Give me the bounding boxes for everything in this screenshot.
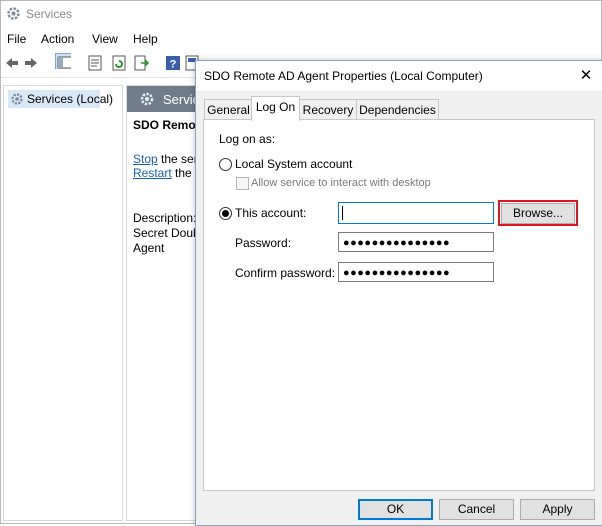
local-system-radio[interactable] [219, 158, 232, 171]
menu-file[interactable]: File [7, 32, 26, 46]
export-list-icon[interactable] [134, 55, 150, 71]
services-header: Services [127, 86, 213, 112]
tab-general[interactable]: General [204, 99, 253, 120]
gear-icon [140, 92, 154, 106]
tab-recovery[interactable]: Recovery [298, 99, 358, 120]
tab-dependencies[interactable]: Dependencies [356, 99, 439, 120]
services-detail-pane: Services SDO Remote AD Agent Stop the se… [126, 85, 263, 521]
description-text-2: Agent [133, 241, 165, 255]
console-tree: Services (Local) [3, 85, 123, 521]
dialog-title: SDO Remote AD Agent Properties (Local Co… [204, 69, 483, 83]
menu-view[interactable]: View [92, 32, 118, 46]
console-tree-icon[interactable] [55, 53, 71, 69]
tree-item-services-local[interactable]: Services (Local) [8, 90, 113, 108]
properties-dialog: SDO Remote AD Agent Properties (Local Co… [195, 60, 602, 526]
close-icon[interactable]: ✕ [576, 67, 596, 85]
forward-arrow-icon[interactable] [23, 55, 39, 71]
password-label: Password: [235, 236, 292, 250]
allow-interact-label: Allow service to interact with desktop [251, 177, 431, 189]
stop-service-link[interactable]: Stop [133, 152, 158, 166]
tab-log-on[interactable]: Log On [251, 96, 300, 121]
browse-button[interactable]: Browse... [501, 203, 575, 224]
text-cursor [342, 206, 343, 220]
ok-button[interactable]: OK [358, 499, 433, 520]
gear-icon [11, 93, 23, 105]
gear-icon [7, 7, 20, 20]
log-on-as-label: Log on as: [219, 132, 276, 146]
title-bar: Services [1, 1, 601, 27]
menu-bar: File Action View Help [1, 29, 601, 49]
help-icon[interactable]: ? [165, 55, 181, 71]
password-input[interactable]: ●●●●●●●●●●●●●●● [338, 232, 494, 252]
this-account-radio[interactable] [219, 207, 232, 220]
refresh-icon[interactable] [111, 55, 127, 71]
dialog-title-bar: SDO Remote AD Agent Properties (Local Co… [196, 61, 602, 91]
menu-action[interactable]: Action [41, 32, 74, 46]
cancel-button[interactable]: Cancel [439, 499, 514, 520]
allow-interact-checkbox [236, 177, 249, 190]
local-system-label: Local System account [235, 157, 353, 171]
menu-help[interactable]: Help [133, 32, 158, 46]
app-title: Services [26, 7, 73, 21]
log-on-tab-page: Log on as: Local System account Allow se… [203, 119, 595, 491]
confirm-password-label: Confirm password: [235, 266, 336, 280]
svg-text:?: ? [170, 59, 177, 71]
back-arrow-icon[interactable] [4, 55, 20, 71]
description-label: Description: [133, 211, 197, 225]
this-account-label: This account: [235, 206, 307, 220]
confirm-password-input[interactable]: ●●●●●●●●●●●●●●● [338, 262, 494, 282]
restart-service-link[interactable]: Restart [133, 166, 172, 180]
properties-icon[interactable] [87, 55, 103, 71]
account-input[interactable] [338, 202, 494, 224]
apply-button[interactable]: Apply [520, 499, 595, 520]
tree-item-label: Services (Local) [27, 92, 114, 106]
